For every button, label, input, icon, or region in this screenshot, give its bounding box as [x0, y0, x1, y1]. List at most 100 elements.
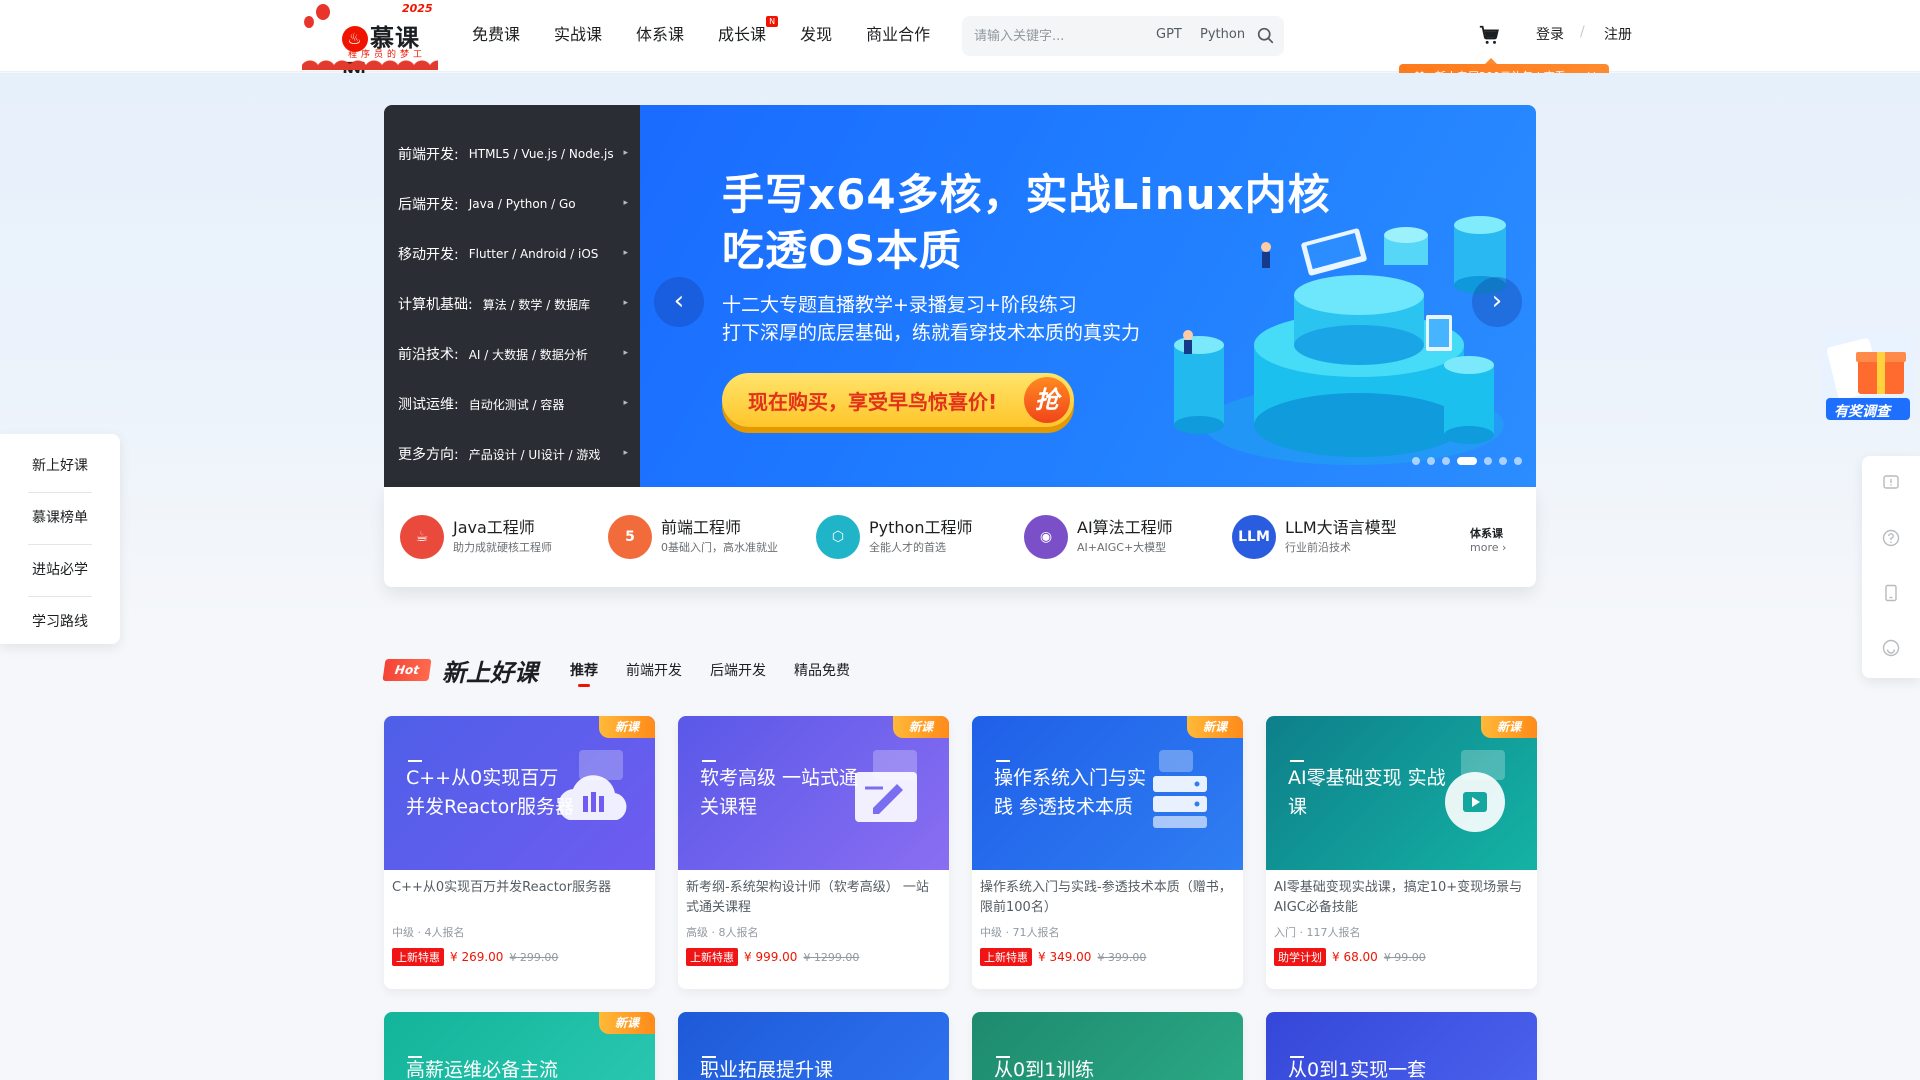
site-logo[interactable]: 2025 ♨慕课网 程序员的梦工厂	[302, 2, 438, 87]
section-tab[interactable]: 精品免费	[794, 660, 850, 680]
lantern-decoration	[316, 4, 330, 20]
course-card[interactable]: 软考高级 一站式通关课程 新课 新考纲-系统架构设计师（软考高级） 一站式通关课程高…	[678, 716, 949, 989]
category-row[interactable]: 后端开发: Java / Python / Go ▸	[384, 179, 640, 229]
course-card[interactable]: 从0到1实现一套	[1266, 1012, 1537, 1080]
section-tab[interactable]: 推荐	[570, 660, 598, 687]
category-topics: 产品设计 / UI设计 / 游戏	[468, 447, 601, 462]
current-price: ¥ 68.00	[1332, 950, 1378, 964]
llm-icon: LLM	[1232, 515, 1276, 559]
career-path-item[interactable]: ☕ Java工程师 助力成就硬核工程师	[400, 515, 608, 559]
promo-badge: 上新特惠	[980, 948, 1032, 966]
nav-item[interactable]: 体系课	[636, 22, 684, 48]
banner-dot[interactable]	[1514, 457, 1522, 465]
course-card[interactable]: 操作系统入门与实践 参透技术本质 新课 操作系统入门与实践-参透技术本质（赠书，限前…	[972, 716, 1243, 989]
banner-dot[interactable]	[1457, 457, 1477, 465]
search-tag-python[interactable]: Python	[1200, 27, 1245, 42]
survey-widget[interactable]: 有奖调查	[1818, 324, 1918, 424]
nav-item[interactable]: 实战课	[554, 22, 602, 48]
nav-item[interactable]: 发现	[800, 22, 832, 48]
category-name: 移动开发:	[398, 247, 459, 263]
survey-label: 有奖调查	[1834, 404, 1890, 420]
career-path-item[interactable]: ⬡ Python工程师 全能人才的首选	[816, 515, 1024, 559]
course-meta: 入门 · 117人报名	[1274, 926, 1361, 939]
cover-dash	[1290, 760, 1304, 762]
banner-dot[interactable]	[1442, 457, 1450, 465]
paths-more-link[interactable]: 体系课 more ›	[1470, 527, 1506, 555]
course-card[interactable]: C++从0实现百万并发Reactor服务器 新课 C++从0实现百万并发Reacto…	[384, 716, 655, 989]
career-path-desc: 助力成就硬核工程师	[453, 541, 552, 554]
new-course-tag: 新课	[893, 716, 949, 738]
course-card[interactable]: 高薪运维必备主流 新课	[384, 1012, 655, 1080]
career-path-text: AI算法工程师 AI+AIGC+大模型	[1077, 517, 1173, 557]
category-menu: 前端开发: HTML5 / Vue.js / Node.js ▸ 后端开发: Java …	[384, 105, 640, 487]
career-path-item[interactable]: ◉ AI算法工程师 AI+AIGC+大模型	[1024, 515, 1232, 559]
banner-next-arrow[interactable]: ›	[1472, 277, 1522, 327]
nav-item-label: 实战课	[554, 25, 603, 44]
category-row[interactable]: 更多方向: 产品设计 / UI设计 / 游戏 ▸	[384, 429, 640, 479]
help-icon[interactable]	[1882, 529, 1900, 547]
course-card[interactable]: 职业拓展提升课	[678, 1012, 949, 1080]
section-tab[interactable]: 前端开发	[626, 660, 682, 680]
career-path-name: LLM大语言模型	[1285, 518, 1397, 537]
category-name: 前沿技术:	[398, 347, 459, 363]
career-path-name: 前端工程师	[661, 518, 742, 537]
course-cover: 高薪运维必备主流 新课	[384, 1012, 655, 1080]
login-link[interactable]: 登录	[1536, 24, 1564, 44]
career-path-text: LLM大语言模型 行业前沿技术	[1285, 517, 1397, 557]
banner-dot[interactable]	[1499, 457, 1507, 465]
course-cover: 从0到1训练	[972, 1012, 1243, 1080]
section-tab[interactable]: 后端开发	[710, 660, 766, 680]
nav-item[interactable]: 成长课 N	[718, 16, 779, 48]
banner-dot[interactable]	[1484, 457, 1492, 465]
career-path-name: Java工程师	[453, 518, 535, 537]
course-title: AI零基础变现实战课，搞定10+变现场景与AIGC必备技能	[1274, 880, 1523, 915]
register-link[interactable]: 注册	[1604, 24, 1632, 44]
nav-item-label: 免费课	[472, 25, 521, 44]
chevron-right-icon: ▸	[623, 448, 628, 458]
quick-nav-item[interactable]: 进站必学	[0, 544, 120, 596]
feedback-icon[interactable]	[1882, 474, 1900, 492]
mobile-app-icon[interactable]	[1882, 584, 1900, 602]
banner-dot[interactable]	[1427, 457, 1435, 465]
category-row[interactable]: 计算机基础: 算法 / 数学 / 数据库 ▸	[384, 279, 640, 329]
course-card[interactable]: AI零基础变现 实战课 新课 AI零基础变现实战课，搞定10+变现场景与AIGC必备…	[1266, 716, 1537, 989]
hero-banner[interactable]: 手写x64多核，实战Linux内核 吃透OS本质 十二大专题直播教学+录播复习+…	[640, 105, 1536, 487]
server-platform-illustration	[1174, 216, 1506, 465]
banner-prev-arrow[interactable]: ‹	[654, 277, 704, 327]
quick-nav-item[interactable]: 新上好课	[0, 440, 120, 492]
customer-service-icon[interactable]	[1882, 639, 1900, 657]
search-icon[interactable]	[1257, 27, 1274, 44]
career-path-name: AI算法工程师	[1077, 518, 1173, 537]
nav-item[interactable]: 免费课	[472, 22, 520, 48]
career-path-text: Python工程师 全能人才的首选	[869, 517, 972, 557]
server-rack-icon	[1153, 750, 1207, 828]
nav-item[interactable]: 商业合作	[866, 22, 930, 48]
career-path-item[interactable]: 5 前端工程师 0基础入门，高水准就业	[608, 515, 816, 559]
original-price: ¥ 399.00	[1097, 950, 1147, 964]
banner-subtitle-line1: 十二大专题直播教学+录播复习+阶段练习	[722, 294, 1077, 316]
banner-dot[interactable]	[1412, 457, 1420, 465]
career-path-item[interactable]: LLM LLM大语言模型 行业前沿技术	[1232, 515, 1440, 559]
category-name: 更多方向:	[398, 447, 459, 463]
quick-nav-item[interactable]: 慕课榜单	[0, 492, 120, 544]
banner-subtitle-line2: 打下深厚的底层基础，练就看穿技术本质的真实力	[722, 322, 1141, 344]
course-card[interactable]: 从0到1训练	[972, 1012, 1243, 1080]
shopping-cart-icon[interactable]	[1478, 24, 1500, 46]
category-row[interactable]: 测试运维: 自动化测试 / 容器 ▸	[384, 379, 640, 429]
category-row[interactable]: 前端开发: HTML5 / Vue.js / Node.js ▸	[384, 129, 640, 179]
search-input[interactable]	[974, 16, 1144, 56]
category-topics: 算法 / 数学 / 数据库	[482, 297, 591, 312]
career-path-text: Java工程师助力成就硬核工程师	[453, 517, 552, 557]
quick-nav-item[interactable]: 学习路线	[0, 596, 120, 648]
python-icon: ⬡	[816, 515, 860, 559]
current-price: ¥ 269.00	[450, 950, 504, 964]
category-row[interactable]: 前沿技术: AI / 大数据 / 数据分析 ▸	[384, 329, 640, 379]
search-tag-gpt[interactable]: GPT	[1156, 27, 1182, 42]
category-row[interactable]: 移动开发: Flutter / Android / iOS ▸	[384, 229, 640, 279]
cover-caption: 职业拓展提升课	[700, 1059, 834, 1080]
original-price: ¥ 99.00	[1383, 950, 1426, 964]
career-path-name: Python工程师	[869, 518, 973, 537]
banner-cta-button[interactable]: 现在购买，享受早鸟惊喜价! 抢	[722, 373, 1074, 427]
edit-document-icon	[855, 750, 917, 822]
banner-subtitle: 十二大专题直播教学+录播复习+阶段练习 打下深厚的底层基础，练就看穿技术本质的真…	[722, 291, 1140, 347]
